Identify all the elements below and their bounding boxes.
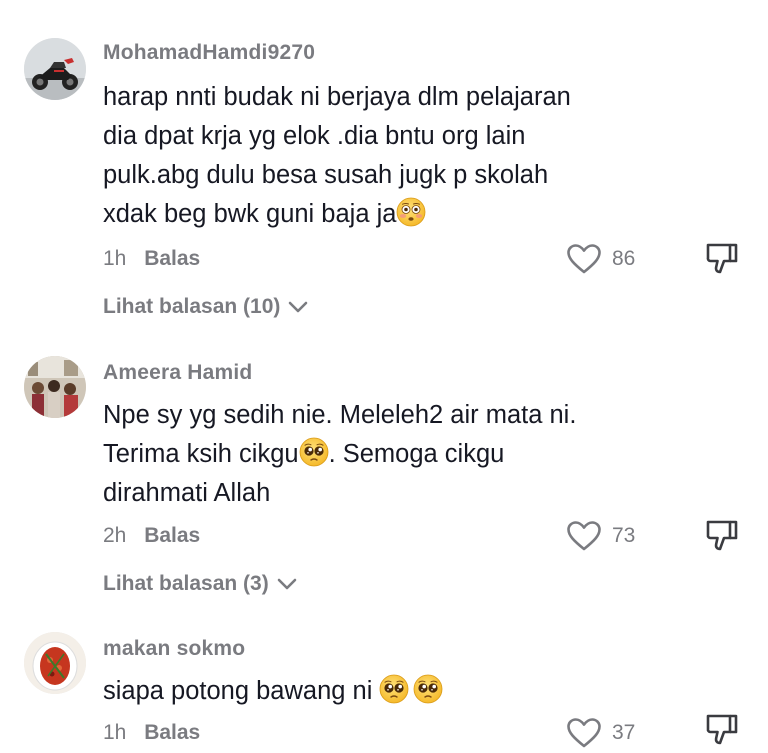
view-replies-label: Lihat balasan (10) bbox=[103, 295, 281, 318]
comment-text-line: dirahmati Allah bbox=[103, 479, 271, 507]
comment-username[interactable]: makan sokmo bbox=[103, 636, 245, 662]
flushed-face-emoji-icon bbox=[396, 197, 426, 227]
like-button[interactable]: 73 bbox=[566, 518, 635, 554]
comment-text-line: . Semoga cikgu bbox=[328, 440, 505, 468]
comment-meta: 1h Balas bbox=[103, 718, 200, 748]
view-replies-button[interactable]: Lihat balasan (3) bbox=[103, 569, 297, 599]
comment-meta: 1h Balas bbox=[103, 244, 200, 274]
like-button[interactable]: 37 bbox=[566, 715, 635, 751]
like-count: 73 bbox=[612, 524, 636, 547]
comment-text-line: Terima ksih cikgu bbox=[103, 440, 299, 468]
dislike-button[interactable] bbox=[704, 712, 740, 748]
heart-outline-icon bbox=[567, 718, 601, 748]
heart-outline-icon bbox=[567, 521, 601, 551]
thumbs-down-outline-icon bbox=[706, 714, 738, 745]
comment-username[interactable]: Ameera Hamid bbox=[103, 360, 252, 386]
avatar[interactable] bbox=[24, 632, 86, 694]
chevron-down-icon bbox=[277, 578, 297, 590]
view-replies-button[interactable]: Lihat balasan (10) bbox=[103, 292, 308, 322]
like-button[interactable]: 86 bbox=[566, 241, 635, 277]
comment-text: Npe sy yg sedih nie. Meleleh2 air mata n… bbox=[103, 396, 703, 513]
comment-text-line: xdak beg bwk guni baja ja bbox=[103, 200, 397, 228]
comment-text-line: dia dpat krja yg elok .dia bntu org lain bbox=[103, 122, 526, 150]
dislike-button[interactable] bbox=[704, 241, 740, 277]
reply-button[interactable]: Balas bbox=[144, 247, 200, 270]
like-count: 86 bbox=[612, 247, 636, 270]
chevron-down-icon bbox=[289, 301, 308, 313]
comment-text: siapa potong bawang ni bbox=[103, 672, 703, 711]
avatar[interactable] bbox=[24, 356, 86, 418]
comment-username[interactable]: MohamadHamdi9270 bbox=[103, 40, 315, 66]
comment-timestamp: 1h bbox=[103, 247, 127, 270]
pleading-face-emoji-icon bbox=[379, 674, 410, 704]
thumbs-down-outline-icon bbox=[706, 243, 738, 274]
pleading-face-emoji-icon bbox=[413, 674, 444, 704]
like-count: 37 bbox=[612, 721, 636, 744]
comment-timestamp: 2h bbox=[103, 524, 127, 547]
dislike-button[interactable] bbox=[704, 518, 740, 554]
comment-text-line: Npe sy yg sedih nie. Meleleh2 air mata n… bbox=[103, 401, 577, 429]
thumbs-down-outline-icon bbox=[706, 520, 738, 551]
food-avatar-image bbox=[24, 632, 86, 694]
view-replies-label: Lihat balasan (3) bbox=[103, 572, 269, 595]
reply-button[interactable]: Balas bbox=[144, 524, 200, 547]
comment-timestamp: 1h bbox=[103, 721, 127, 744]
pleading-face-emoji-icon bbox=[298, 437, 329, 467]
reply-button[interactable]: Balas bbox=[144, 721, 200, 744]
motorcycle-avatar-image bbox=[24, 38, 86, 100]
comment-text-line: harap nnti budak ni berjaya dlm pelajara… bbox=[103, 83, 571, 111]
avatar[interactable] bbox=[24, 38, 86, 100]
group-photo-avatar-image bbox=[24, 356, 86, 418]
comment-text-line: pulk.abg dulu besa susah jugk p skolah bbox=[103, 161, 549, 189]
comment-text: harap nnti budak ni berjaya dlm pelajara… bbox=[103, 78, 703, 234]
comment-text-line: siapa potong bawang ni bbox=[103, 677, 373, 705]
heart-outline-icon bbox=[567, 244, 601, 274]
comment-meta: 2h Balas bbox=[103, 521, 200, 551]
